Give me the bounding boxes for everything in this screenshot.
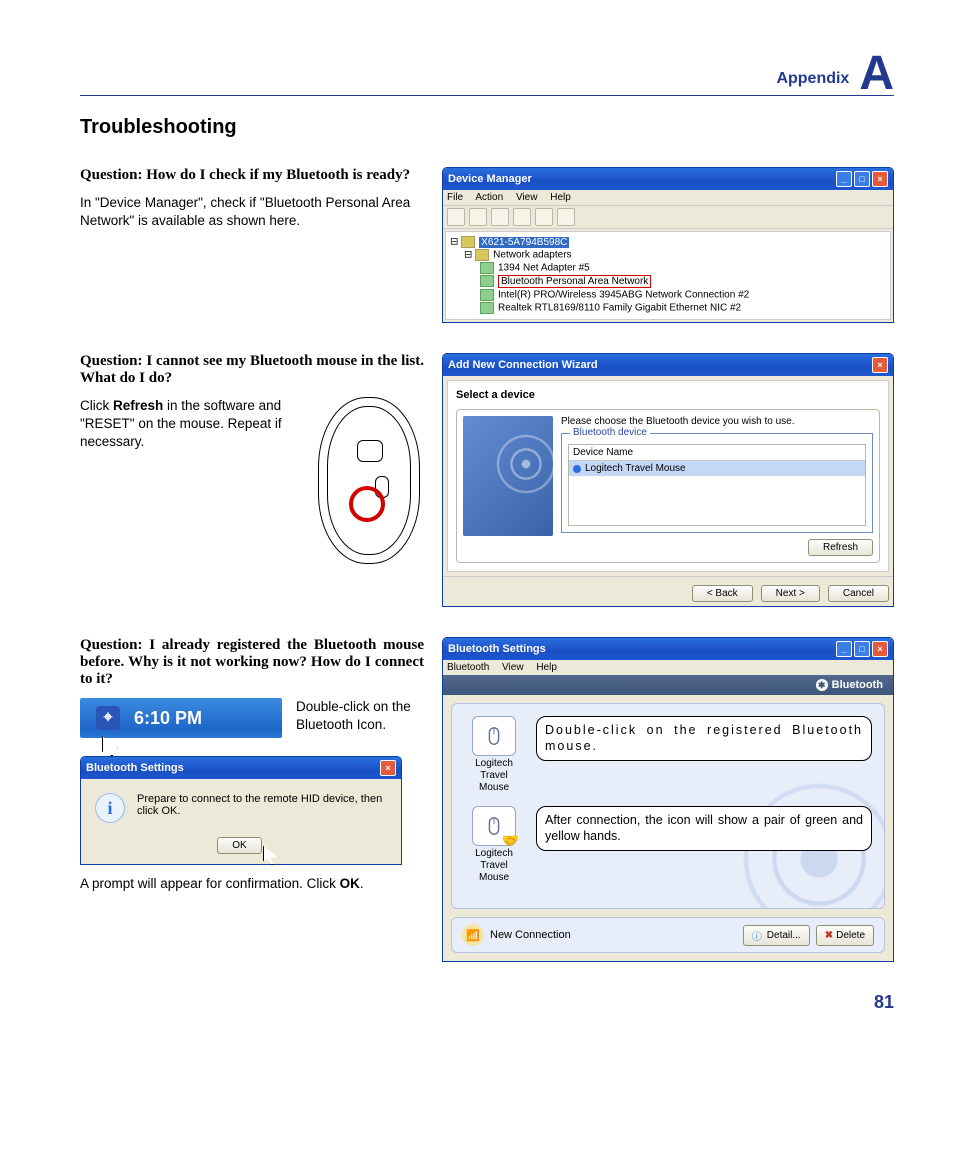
info-icon: i: [95, 793, 125, 823]
scan-icon[interactable]: [535, 208, 553, 226]
q3-step1: Double-click on the Bluetooth Icon.: [296, 698, 424, 734]
tree-item[interactable]: 1394 Net Adapter #5: [498, 263, 590, 274]
reset-button-marker: [349, 486, 385, 522]
minimize-button[interactable]: _: [836, 171, 852, 187]
delete-icon: ✖: [825, 930, 833, 941]
maximize-button[interactable]: □: [854, 171, 870, 187]
menubar: File Action View Help: [443, 190, 893, 205]
taskbar-clock: ⌖ 6:10 PM: [80, 698, 282, 738]
appendix-label: Appendix: [776, 70, 849, 88]
delete-button[interactable]: ✖Delete: [816, 925, 874, 946]
close-button[interactable]: ×: [872, 357, 888, 373]
page-number: 81: [80, 992, 894, 1013]
callout-connected: After connection, the icon will show a p…: [536, 806, 872, 851]
toolbar: [443, 205, 893, 229]
list-column-header: Device Name: [569, 445, 865, 461]
dialog-message: Prepare to connect to the remote HID dev…: [137, 793, 387, 817]
back-button[interactable]: < Back: [692, 585, 753, 602]
window-title: Bluetooth Settings: [448, 643, 546, 655]
appendix-letter: A: [859, 46, 894, 101]
device-tree: ⊟ X621-5A794B598C ⊟ Network adapters 139…: [445, 231, 891, 320]
handshake-icon: 🤝: [502, 832, 519, 849]
device-manager-window: Device Manager _ □ × File Action View He…: [442, 167, 894, 323]
menu-file[interactable]: File: [447, 192, 463, 203]
callout-doubleclick: Double-click on the registered Bluetooth…: [536, 716, 872, 761]
page-header: Appendix A: [80, 40, 894, 96]
q3-question: Question: I already registered the Bluet…: [80, 637, 424, 688]
tree-root[interactable]: X621-5A794B598C: [479, 237, 569, 248]
q1-answer: In "Device Manager", check if "Bluetooth…: [80, 194, 424, 230]
next-button[interactable]: Next >: [761, 585, 820, 602]
close-button[interactable]: ×: [872, 171, 888, 187]
menu-view[interactable]: View: [502, 662, 524, 673]
monitor-icon[interactable]: [557, 208, 575, 226]
wizard-instruction: Please choose the Bluetooth device you w…: [561, 416, 873, 427]
tree-item-highlighted[interactable]: Bluetooth Personal Area Network: [498, 275, 651, 288]
wizard-window: Add New Connection Wizard × Select a dev…: [442, 353, 894, 607]
close-button[interactable]: ×: [380, 760, 396, 776]
menubar: Bluetooth View Help: [443, 660, 893, 675]
tree-item[interactable]: Realtek RTL8169/8110 Family Gigabit Ethe…: [498, 303, 741, 314]
bluetooth-logo-icon: ✱: [816, 679, 828, 691]
properties-icon[interactable]: [491, 208, 509, 226]
bluetooth-tray-icon[interactable]: ⌖: [96, 706, 120, 730]
wizard-illustration: [463, 416, 553, 536]
q3-confirm-text: A prompt will appear for confirmation. C…: [80, 875, 424, 893]
print-icon[interactable]: [513, 208, 531, 226]
info-icon: [752, 928, 764, 943]
ok-button[interactable]: OK: [217, 837, 261, 854]
bluetooth-devices-panel: Logitech Travel Mouse Double-click on th…: [451, 703, 885, 909]
minimize-button[interactable]: _: [836, 641, 852, 657]
confirmation-dialog: Bluetooth Settings × i Prepare to connec…: [80, 756, 402, 865]
tree-category[interactable]: Network adapters: [493, 250, 571, 261]
wizard-subtitle: Select a device: [456, 389, 880, 401]
q2-question: Question: I cannot see my Bluetooth mous…: [80, 353, 424, 387]
back-icon[interactable]: [447, 208, 465, 226]
device-mouse-icon[interactable]: Logitech Travel Mouse: [464, 716, 524, 794]
bluetooth-icon: [573, 465, 581, 473]
menu-bluetooth[interactable]: Bluetooth: [447, 662, 489, 673]
mouse-diagram: [318, 397, 420, 564]
device-mouse-connected-icon[interactable]: 🤝 Logitech Travel Mouse: [464, 806, 524, 884]
close-button[interactable]: ×: [872, 641, 888, 657]
section-title: Troubleshooting: [80, 116, 894, 139]
device-fieldset: Bluetooth device Device Name Logitech Tr…: [561, 433, 873, 533]
bluetooth-settings-window: Bluetooth Settings _ □ × Bluetooth View …: [442, 637, 894, 962]
new-connection-button[interactable]: 📶 New Connection: [462, 924, 571, 946]
list-item[interactable]: Logitech Travel Mouse: [569, 461, 865, 476]
window-title: Device Manager: [448, 173, 532, 185]
forward-icon[interactable]: [469, 208, 487, 226]
device-listbox[interactable]: Device Name Logitech Travel Mouse: [568, 444, 866, 526]
q1-question: Question: How do I check if my Bluetooth…: [80, 167, 424, 184]
detail-button[interactable]: Detail...: [743, 925, 810, 946]
tree-item[interactable]: Intel(R) PRO/Wireless 3945ABG Network Co…: [498, 290, 749, 301]
maximize-button[interactable]: □: [854, 641, 870, 657]
dialog-title: Bluetooth Settings: [86, 762, 184, 774]
menu-view[interactable]: View: [516, 192, 538, 203]
bluetooth-brand-bar: ✱ Bluetooth: [443, 675, 893, 695]
window-title: Add New Connection Wizard: [448, 359, 598, 371]
menu-help[interactable]: Help: [536, 662, 557, 673]
menu-action[interactable]: Action: [475, 192, 503, 203]
q2-answer: Click Refresh in the software and "RESET…: [80, 397, 304, 556]
menu-help[interactable]: Help: [550, 192, 571, 203]
refresh-button[interactable]: Refresh: [808, 539, 873, 556]
cancel-button[interactable]: Cancel: [828, 585, 889, 602]
antenna-icon: 📶: [462, 924, 484, 946]
